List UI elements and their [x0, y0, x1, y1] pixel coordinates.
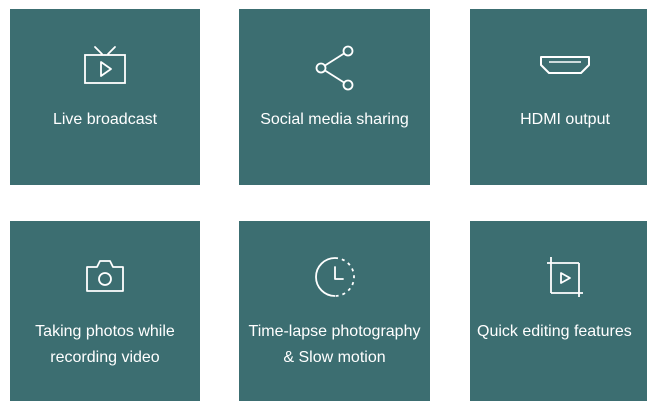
feature-tile-live-broadcast[interactable]: Live broadcast — [10, 9, 200, 185]
share-icon — [315, 45, 353, 91]
feature-tile-quick-editing[interactable]: Quick editing features — [470, 221, 647, 401]
hdmi-icon — [540, 56, 590, 74]
feature-tile-photo-while-recording[interactable]: Taking photos while recording video — [10, 221, 200, 401]
feature-label: Live broadcast — [52, 111, 158, 128]
feature-tile-social-sharing[interactable]: Social media sharing — [239, 9, 430, 185]
timelapse-clock-icon — [314, 257, 355, 297]
camera-icon — [86, 260, 124, 292]
feature-label: HDMI output — [520, 111, 610, 128]
feature-label: Social media sharing — [260, 111, 409, 128]
feature-tile-hdmi-output[interactable]: HDMI output — [470, 9, 647, 185]
feature-label: Time-lapse photography & Slow motion — [248, 323, 421, 366]
feature-label: Taking photos while recording video — [35, 323, 175, 366]
tv-icon — [84, 46, 126, 84]
feature-tile-timelapse-slowmo[interactable]: Time-lapse photography & Slow motion — [239, 221, 430, 401]
crop-play-icon — [547, 257, 583, 297]
feature-label: Quick editing features — [477, 323, 632, 340]
